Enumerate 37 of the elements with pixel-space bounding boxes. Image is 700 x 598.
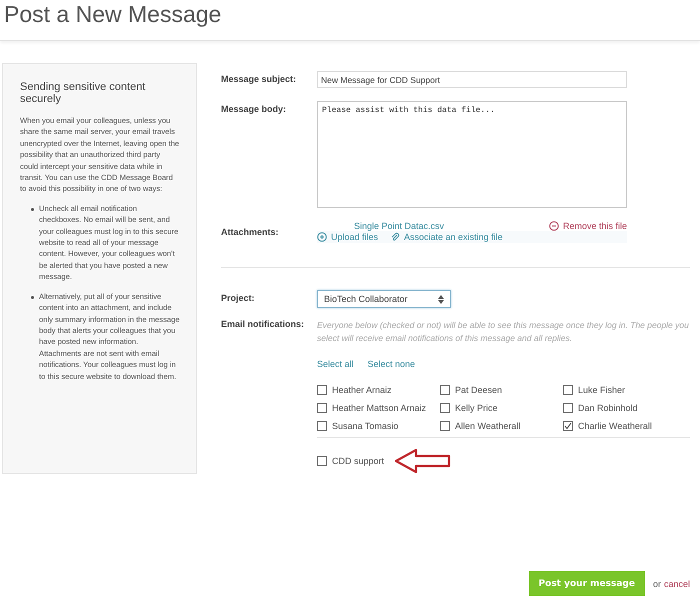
recipient-checkbox[interactable]: Pat Deesen (440, 385, 563, 395)
panel-heading: Sending sensitive content securely (20, 81, 146, 105)
page-title: Post a New Message (4, 0, 222, 28)
bullet-icon (31, 296, 34, 299)
or-text: or (652, 578, 661, 588)
field-label: Email notifications: (221, 319, 306, 329)
minus-circle-icon (548, 221, 559, 231)
select-all-link[interactable]: Select all (317, 359, 354, 369)
bullet-icon (31, 208, 34, 211)
recipient-checkbox[interactable]: Heather Arnaiz (317, 385, 440, 395)
pointer-arrow (394, 448, 452, 474)
recipient-checkbox[interactable]: Dan Robinhold (563, 403, 686, 413)
plus-circle-icon (317, 232, 327, 242)
notification-hint: Everyone below (checked or not) will be able to see this message once they log in. The people you select will receive email notifications of this message and all replies. (317, 319, 690, 345)
recipient-checkbox[interactable]: CDD support (317, 456, 384, 466)
field-label: Attachments: (221, 226, 280, 237)
body-field[interactable]: Please assist with this data file... (317, 101, 627, 208)
subject-field[interactable]: New Message for CDD Support (317, 71, 627, 88)
field-label: Project: (221, 292, 256, 303)
updown-caret-icon (438, 294, 444, 304)
recipient-checkbox[interactable]: Kelly Price (440, 403, 563, 413)
field-label: Message subject: (221, 73, 298, 84)
checkmark-icon (564, 422, 572, 430)
associate-link[interactable]: Associate an existing file (390, 232, 503, 242)
select-none-link[interactable]: Select none (368, 359, 416, 369)
paperclip-icon (390, 232, 400, 242)
project-select[interactable]: BioTech Collaborator (317, 290, 451, 308)
recipient-checkbox[interactable]: Susana Tomasio (317, 421, 440, 431)
recipient-checkbox[interactable]: Luke Fisher (563, 385, 686, 395)
remove-file-link[interactable]: Remove this file (548, 221, 627, 231)
cancel-link[interactable]: cancel (664, 578, 690, 588)
upload-link[interactable]: Upload files (317, 232, 378, 242)
recipient-checkbox[interactable]: Heather Mattson Arnaiz (317, 403, 440, 413)
field-label: Message body: (221, 103, 288, 114)
recipient-checkbox[interactable]: Allen Weatherall (440, 421, 563, 431)
recipient-checkbox[interactable]: Charlie Weatherall (563, 421, 686, 431)
file-link[interactable]: Single Point Datac.csv (354, 221, 444, 231)
